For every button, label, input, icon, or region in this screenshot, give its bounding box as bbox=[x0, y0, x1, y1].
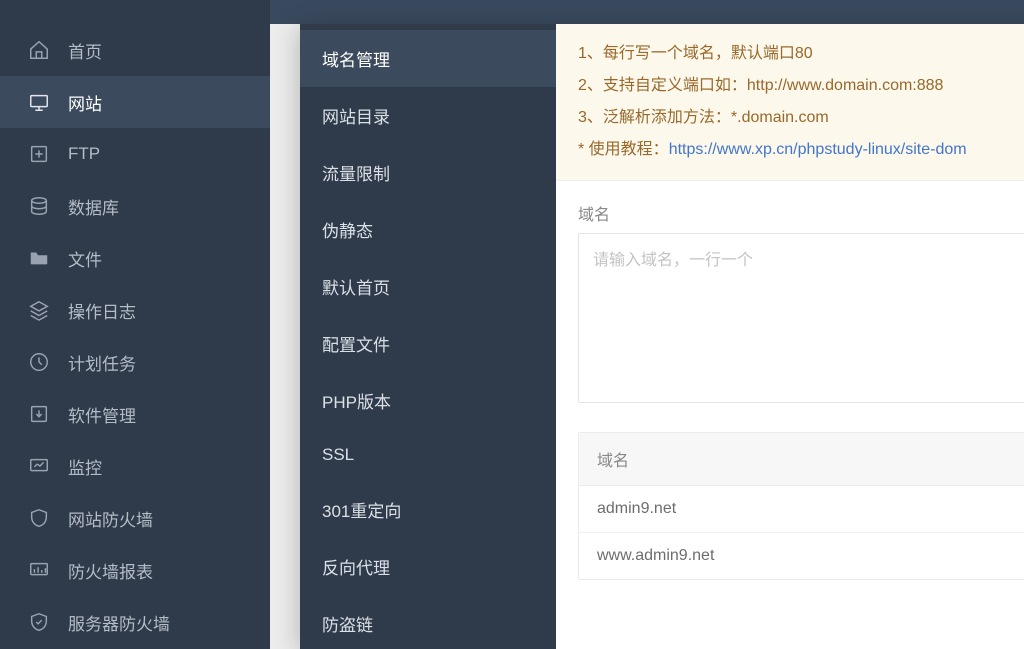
home-icon bbox=[28, 39, 50, 61]
tab-rewrite[interactable]: 伪静态 bbox=[300, 201, 556, 258]
tab-traffic-limit[interactable]: 流量限制 bbox=[300, 144, 556, 201]
main-sidebar: 首页 网站 FTP 数据库 文件 操作日志 计划任务 bbox=[0, 0, 270, 649]
sidebar-item-fw-report[interactable]: 防火墙报表 bbox=[0, 544, 270, 596]
sidebar-item-waf[interactable]: 网站防火墙 bbox=[0, 492, 270, 544]
tutorial-link[interactable]: https://www.xp.cn/phpstudy-linux/site-do… bbox=[669, 141, 967, 158]
ftp-icon bbox=[28, 143, 50, 165]
shield-icon bbox=[28, 507, 50, 529]
sidebar-item-label: 防火墙报表 bbox=[68, 558, 153, 583]
domain-field-label: 域名 bbox=[578, 201, 1024, 225]
sidebar-item-ftp[interactable]: FTP bbox=[0, 128, 270, 180]
sidebar-item-label: 计划任务 bbox=[68, 350, 136, 375]
modal-sidebar: 域名管理 网站目录 流量限制 伪静态 默认首页 配置文件 PHP版本 SSL 3… bbox=[300, 24, 556, 649]
domain-table-header: 域名 bbox=[579, 433, 1024, 486]
tab-directory[interactable]: 网站目录 bbox=[300, 87, 556, 144]
chart-icon bbox=[28, 455, 50, 477]
tab-hotlink[interactable]: 防盗链 bbox=[300, 595, 556, 649]
sidebar-item-cron[interactable]: 计划任务 bbox=[0, 336, 270, 388]
tab-default-page[interactable]: 默认首页 bbox=[300, 258, 556, 315]
table-row[interactable]: admin9.net bbox=[579, 486, 1024, 533]
domain-table: 域名 admin9.net www.admin9.net bbox=[578, 432, 1024, 580]
sidebar-item-monitor[interactable]: 监控 bbox=[0, 440, 270, 492]
sidebar-item-label: 服务器防火墙 bbox=[68, 610, 170, 635]
notice-line: 2、支持自定义端口如：http://www.domain.com:888 bbox=[578, 70, 1024, 102]
layers-icon bbox=[28, 299, 50, 321]
modal-content: 1、每行写一个域名，默认端口80 2、支持自定义端口如：http://www.d… bbox=[556, 24, 1024, 649]
monitor-icon bbox=[28, 91, 50, 113]
sidebar-item-label: 软件管理 bbox=[68, 402, 136, 427]
sidebar-item-logs[interactable]: 操作日志 bbox=[0, 284, 270, 336]
tab-php-version[interactable]: PHP版本 bbox=[300, 372, 556, 429]
clock-icon bbox=[28, 351, 50, 373]
sidebar-item-label: 数据库 bbox=[68, 194, 119, 219]
table-row[interactable]: www.admin9.net bbox=[579, 533, 1024, 579]
folder-icon bbox=[28, 247, 50, 269]
tab-domain[interactable]: 域名管理 bbox=[300, 30, 556, 87]
sidebar-item-software[interactable]: 软件管理 bbox=[0, 388, 270, 440]
database-icon bbox=[28, 195, 50, 217]
sidebar-item-label: 操作日志 bbox=[68, 298, 136, 323]
sidebar-item-label: 首页 bbox=[68, 38, 102, 63]
tab-config-file[interactable]: 配置文件 bbox=[300, 315, 556, 372]
report-icon bbox=[28, 559, 50, 581]
sidebar-item-label: 网站 bbox=[68, 90, 102, 115]
tab-reverse-proxy[interactable]: 反向代理 bbox=[300, 538, 556, 595]
notice-line: 1、每行写一个域名，默认端口80 bbox=[578, 38, 1024, 70]
tab-ssl[interactable]: SSL bbox=[300, 429, 556, 481]
notice-line: * 使用教程：https://www.xp.cn/phpstudy-linux/… bbox=[578, 134, 1024, 166]
site-settings-modal: 域名管理 网站目录 流量限制 伪静态 默认首页 配置文件 PHP版本 SSL 3… bbox=[300, 24, 1024, 649]
sidebar-item-database[interactable]: 数据库 bbox=[0, 180, 270, 232]
shield-check-icon bbox=[28, 611, 50, 633]
notice-box: 1、每行写一个域名，默认端口80 2、支持自定义端口如：http://www.d… bbox=[556, 24, 1024, 181]
tab-301[interactable]: 301重定向 bbox=[300, 481, 556, 538]
domain-form: 域名 bbox=[556, 181, 1024, 414]
sidebar-item-home[interactable]: 首页 bbox=[0, 24, 270, 76]
notice-line: 3、泛解析添加方法：*.domain.com bbox=[578, 102, 1024, 134]
sidebar-item-website[interactable]: 网站 bbox=[0, 76, 270, 128]
sidebar-item-server-fw[interactable]: 服务器防火墙 bbox=[0, 596, 270, 648]
sidebar-item-label: FTP bbox=[68, 144, 100, 164]
sidebar-item-files[interactable]: 文件 bbox=[0, 232, 270, 284]
domain-input[interactable] bbox=[578, 233, 1024, 403]
sidebar-item-label: 文件 bbox=[68, 246, 102, 271]
sidebar-item-label: 监控 bbox=[68, 454, 102, 479]
sidebar-item-label: 网站防火墙 bbox=[68, 506, 153, 531]
download-icon bbox=[28, 403, 50, 425]
